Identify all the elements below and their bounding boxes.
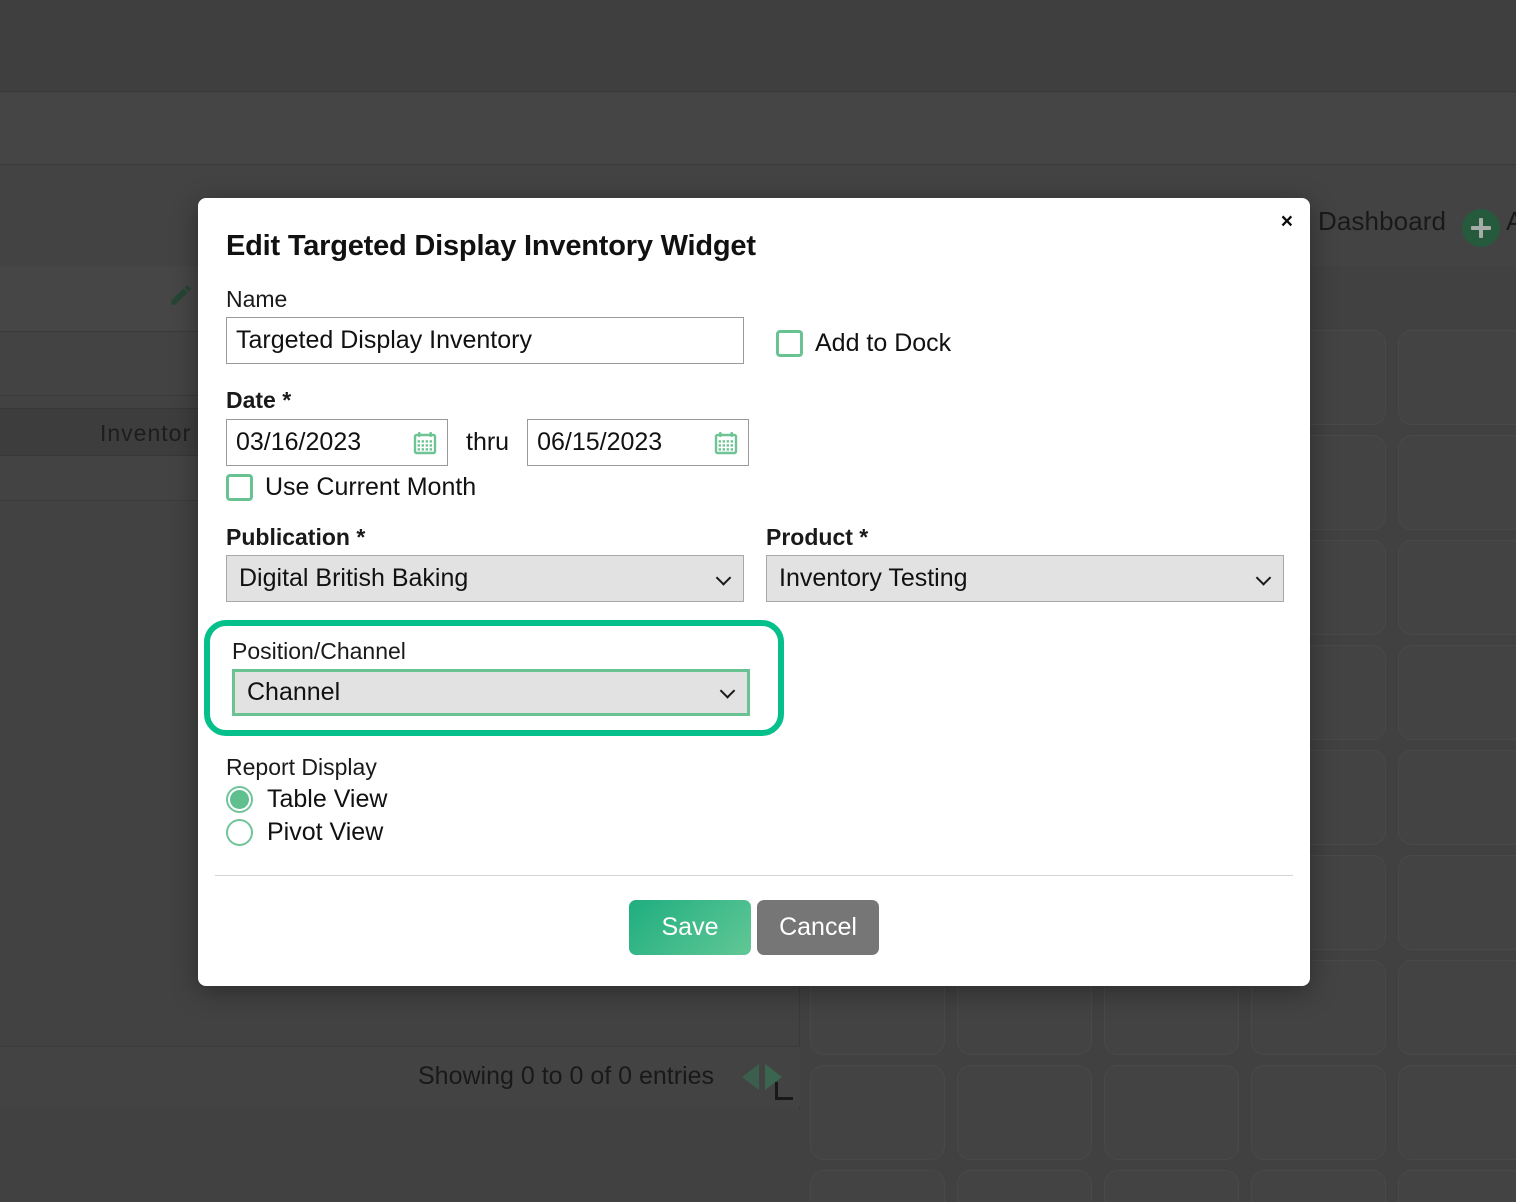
add-to-dock-checkbox[interactable] bbox=[776, 330, 803, 357]
position-channel-highlight: Position/Channel Channel bbox=[204, 620, 784, 735]
radio-table-view-label: Table View bbox=[267, 785, 387, 814]
modal-title: Edit Targeted Display Inventory Widget bbox=[226, 230, 756, 263]
save-button[interactable]: Save bbox=[629, 900, 751, 955]
add-to-dock-label: Add to Dock bbox=[815, 329, 951, 358]
radio-pivot-view[interactable] bbox=[226, 819, 253, 846]
publication-selected-value: Digital British Baking bbox=[239, 564, 468, 593]
date-group: Date * bbox=[226, 387, 1292, 501]
edit-widget-modal: × Edit Targeted Display Inventory Widget… bbox=[198, 198, 1310, 986]
name-input[interactable] bbox=[226, 317, 744, 364]
name-field-group: Name bbox=[226, 286, 744, 364]
publication-product-row: Publication * Digital British Baking Pro… bbox=[226, 524, 1292, 602]
chevron-down-icon bbox=[1256, 570, 1272, 586]
date-thru-label: thru bbox=[466, 428, 509, 457]
date-end-field[interactable] bbox=[527, 419, 749, 466]
position-channel-selected-value: Channel bbox=[247, 678, 340, 707]
product-select[interactable]: Inventory Testing bbox=[766, 555, 1284, 602]
publication-label: Publication * bbox=[226, 524, 744, 550]
position-channel-label: Position/Channel bbox=[232, 638, 756, 664]
date-start-input[interactable] bbox=[227, 420, 387, 465]
date-start-field[interactable] bbox=[226, 419, 448, 466]
report-display-group: Report Display Table View Pivot View bbox=[226, 754, 1292, 847]
publication-group: Publication * Digital British Baking bbox=[226, 524, 744, 602]
chevron-down-icon bbox=[720, 683, 736, 699]
modal-footer-divider bbox=[215, 875, 1293, 876]
radio-pivot-view-label: Pivot View bbox=[267, 818, 383, 847]
name-label: Name bbox=[226, 286, 744, 312]
modal-footer: Save Cancel bbox=[198, 900, 1310, 955]
use-current-month-checkbox[interactable] bbox=[226, 474, 253, 501]
date-end-input[interactable] bbox=[528, 420, 688, 465]
product-selected-value: Inventory Testing bbox=[779, 564, 968, 593]
product-label: Product * bbox=[766, 524, 1284, 550]
close-icon[interactable]: × bbox=[1281, 211, 1293, 232]
position-channel-select[interactable]: Channel bbox=[232, 669, 750, 716]
use-current-month-group[interactable]: Use Current Month bbox=[226, 473, 1292, 502]
position-channel-group: Channel bbox=[232, 669, 750, 716]
use-current-month-label: Use Current Month bbox=[265, 473, 476, 502]
product-group: Product * Inventory Testing bbox=[766, 524, 1284, 602]
cancel-button[interactable]: Cancel bbox=[757, 900, 879, 955]
calendar-icon[interactable] bbox=[714, 431, 738, 455]
name-row: Name Add to Dock bbox=[226, 286, 1292, 364]
modal-body: Name Add to Dock Date * bbox=[226, 286, 1292, 847]
date-label: Date * bbox=[226, 387, 1292, 413]
report-display-option-pivot[interactable]: Pivot View bbox=[226, 818, 1292, 847]
report-display-option-table[interactable]: Table View bbox=[226, 785, 1292, 814]
add-to-dock-group[interactable]: Add to Dock bbox=[776, 329, 951, 364]
date-row: thru bbox=[226, 419, 1292, 466]
report-display-label: Report Display bbox=[226, 754, 1292, 780]
chevron-down-icon bbox=[716, 570, 732, 586]
radio-table-view[interactable] bbox=[226, 786, 253, 813]
calendar-icon[interactable] bbox=[413, 431, 437, 455]
publication-select[interactable]: Digital British Baking bbox=[226, 555, 744, 602]
